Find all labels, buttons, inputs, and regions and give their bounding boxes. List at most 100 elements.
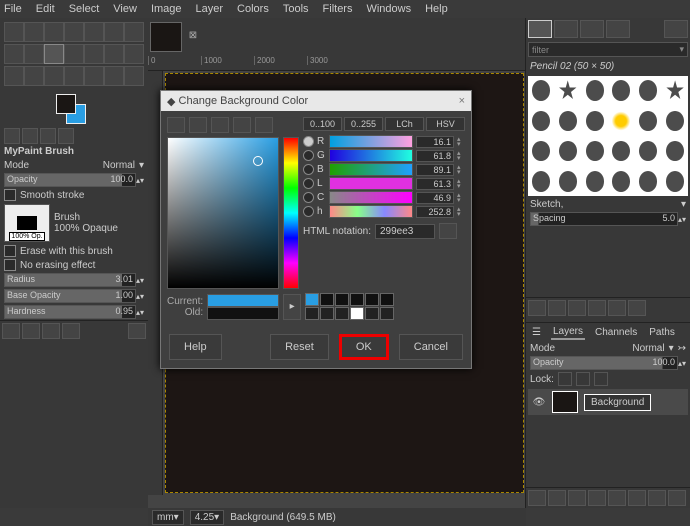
ok-button[interactable]: OK [339, 334, 389, 360]
brush-item[interactable] [555, 76, 581, 105]
layer-visibility-icon[interactable]: 👁 [532, 397, 546, 408]
menu-image[interactable]: Image [151, 3, 182, 15]
radio-g[interactable] [303, 150, 314, 161]
radio-l[interactable] [303, 178, 314, 189]
value-c[interactable]: 46.9 [416, 192, 454, 204]
radio-c[interactable] [303, 192, 314, 203]
brush-item[interactable] [662, 106, 688, 135]
tool-icon[interactable] [4, 66, 24, 86]
slider-b[interactable] [329, 163, 413, 176]
menu-view[interactable]: View [113, 3, 137, 15]
hardness-slider[interactable]: Hardness0.95 [4, 305, 136, 319]
tool-icon[interactable] [64, 44, 84, 64]
value-r[interactable]: 16.1 [416, 136, 454, 148]
value-b[interactable]: 89.1 [416, 164, 454, 176]
layer-action-icon[interactable] [568, 490, 586, 506]
layer-action-icon[interactable] [648, 490, 666, 506]
range-0-255-button[interactable]: 0..255 [344, 117, 383, 131]
slider-r[interactable] [329, 135, 413, 148]
lock-position-icon[interactable] [576, 372, 590, 386]
brush-item[interactable] [662, 167, 688, 196]
layer-action-icon[interactable] [588, 490, 606, 506]
brush-action-icon[interactable] [528, 300, 546, 316]
history-swatch[interactable] [305, 307, 319, 320]
radio-b[interactable] [303, 164, 314, 175]
brush-item[interactable] [635, 167, 661, 196]
tool-icon[interactable] [124, 22, 144, 42]
spin-arrows-icon[interactable]: ▴▾ [457, 193, 465, 203]
history-swatch[interactable] [335, 293, 349, 306]
no-erasing-checkbox[interactable] [4, 259, 16, 271]
picker-tab-icon[interactable] [189, 117, 207, 133]
value-g[interactable]: 61.8 [416, 150, 454, 162]
image-tab[interactable] [150, 22, 182, 52]
picker-tab-icon[interactable] [211, 117, 229, 133]
range-0-100-button[interactable]: 0..100 [303, 117, 342, 131]
toolbox-bottom-icon[interactable] [62, 323, 80, 339]
brush-item[interactable] [528, 76, 554, 105]
model-lch-button[interactable]: LCh [385, 117, 424, 131]
brush-item[interactable] [528, 106, 554, 135]
smooth-stroke-checkbox[interactable] [4, 189, 16, 201]
picker-tab-icon[interactable] [255, 117, 273, 133]
tab-channels[interactable]: Channels [593, 326, 639, 339]
radio-r[interactable] [303, 136, 314, 147]
layer-action-icon[interactable] [548, 490, 566, 506]
tool-icon[interactable] [24, 22, 44, 42]
dock-tab-brushes[interactable] [528, 20, 552, 38]
brush-item[interactable] [582, 167, 608, 196]
brush-item[interactable] [555, 137, 581, 166]
spin-arrows-icon[interactable]: ▴▾ [136, 176, 144, 185]
history-swatch[interactable] [350, 293, 364, 306]
swap-arrow-icon[interactable]: ▸ [283, 294, 301, 320]
brush-action-icon[interactable] [548, 300, 566, 316]
tool-icon[interactable] [24, 66, 44, 86]
tool-icon[interactable] [64, 22, 84, 42]
spin-arrows-icon[interactable]: ▴▾ [457, 151, 465, 161]
lock-pixels-icon[interactable] [558, 372, 572, 386]
brush-item[interactable] [635, 137, 661, 166]
history-swatch[interactable] [380, 307, 394, 320]
tool-icon[interactable] [84, 66, 104, 86]
brush-item[interactable] [528, 137, 554, 166]
hue-strip[interactable] [283, 137, 299, 289]
spin-arrows-icon[interactable]: ▴▾ [678, 359, 686, 368]
erase-with-brush-checkbox[interactable] [4, 245, 16, 257]
tool-icon[interactable] [24, 44, 44, 64]
brush-category-dropdown[interactable]: Sketch, [530, 199, 563, 210]
brush-item[interactable] [609, 137, 635, 166]
spin-arrows-icon[interactable]: ▴▾ [457, 165, 465, 175]
menu-edit[interactable]: Edit [36, 3, 55, 15]
dialog-titlebar[interactable]: ◆ Change Background Color × [161, 91, 471, 111]
brush-item[interactable] [609, 167, 635, 196]
picker-tab-icon[interactable] [233, 117, 251, 133]
mode-switch-icon[interactable]: ↣ [678, 343, 686, 354]
close-tab-icon[interactable]: ⊠ [186, 30, 200, 44]
tool-icon[interactable] [104, 66, 124, 86]
layer-action-icon[interactable] [528, 490, 546, 506]
dock-tab-fonts[interactable] [580, 20, 604, 38]
menu-filters[interactable]: Filters [323, 3, 353, 15]
menu-colors[interactable]: Colors [237, 3, 269, 15]
brush-item[interactable] [582, 76, 608, 105]
brush-item[interactable] [662, 137, 688, 166]
brush-thumbnail[interactable]: 100% Op. [4, 204, 50, 242]
spin-arrows-icon[interactable]: ▴▾ [457, 179, 465, 189]
layer-name[interactable]: Background [584, 394, 651, 411]
menu-windows[interactable]: Windows [366, 3, 411, 15]
opacity-slider[interactable]: Opacity100.0 [4, 173, 136, 187]
brush-item[interactable] [555, 167, 581, 196]
tool-icon[interactable] [44, 22, 64, 42]
layer-action-icon[interactable] [668, 490, 686, 506]
foreground-color-swatch[interactable] [56, 94, 76, 114]
brush-item[interactable] [582, 106, 608, 135]
brush-filter-input[interactable]: filter▾ [528, 42, 688, 57]
history-swatch[interactable] [320, 307, 334, 320]
tool-icon[interactable] [44, 66, 64, 86]
layer-action-icon[interactable] [608, 490, 626, 506]
reset-button[interactable]: Reset [270, 334, 329, 360]
toolbox-icon[interactable] [4, 128, 20, 144]
cancel-button[interactable]: Cancel [399, 334, 463, 360]
spin-arrows-icon[interactable]: ▴▾ [678, 215, 686, 224]
slider-l[interactable] [329, 177, 413, 190]
